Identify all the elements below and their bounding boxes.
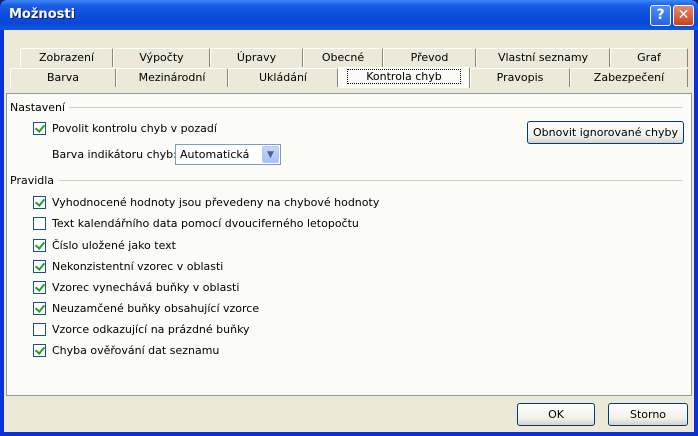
rule-label: Nekonzistentní vzorec v oblasti [52, 260, 224, 273]
title-bar[interactable]: Možnosti ? ✕ [0, 0, 698, 30]
rule-label: Vzorec vynechává buňky v oblasti [52, 281, 240, 294]
rules-group-title: Pravidla [10, 174, 55, 187]
help-button[interactable]: ? [650, 5, 671, 26]
tab-obecne[interactable]: Obecné [303, 48, 383, 67]
background-checkbox[interactable] [33, 122, 46, 135]
tab-graf[interactable]: Graf [610, 48, 688, 67]
indicator-color-value: Automatická [180, 148, 250, 161]
tab-pravopis[interactable]: Pravopis [470, 68, 570, 87]
help-icon: ? [656, 7, 665, 23]
tab-kontrola-chyb[interactable]: Kontrola chyb [338, 67, 470, 88]
rule-checkbox[interactable] [33, 196, 46, 209]
rule-label: Chyba ověřování dat seznamu [52, 344, 220, 357]
reset-ignored-errors-button[interactable]: Obnovit ignorované chyby [527, 121, 684, 144]
rule-checkbox[interactable] [33, 217, 46, 230]
tab-ukladani[interactable]: Ukládání [228, 68, 338, 87]
tab-vlastni-seznamy[interactable]: Vlastní seznamy [476, 48, 610, 67]
tab-barva[interactable]: Barva [10, 68, 116, 87]
tab-zabezpeceni[interactable]: Zabezpečení [570, 68, 688, 87]
tab-zobrazeni[interactable]: Zobrazení [20, 48, 113, 67]
ok-button[interactable]: OK [517, 403, 595, 426]
indicator-color-label: Barva indikátoru chyb: [52, 148, 177, 161]
rule-checkbox[interactable] [33, 323, 46, 336]
rule-checkbox[interactable] [33, 239, 46, 252]
cancel-button[interactable]: Storno [608, 403, 688, 426]
rule-checkbox[interactable] [33, 281, 46, 294]
tab-upravy[interactable]: Úpravy [210, 48, 303, 67]
tab-prevod[interactable]: Převod [383, 48, 476, 67]
tab-vypocty[interactable]: Výpočty [113, 48, 210, 67]
rule-label: Text kalendářního data pomocí dvoucifern… [52, 217, 359, 230]
indicator-color-select[interactable]: Automatická ▼ [175, 144, 281, 165]
background-check-label: Povolit kontrolu chyb v pozadí [52, 122, 217, 135]
rule-label: Neuzamčené buňky obsahující vzorce [52, 302, 260, 315]
rule-label: Vzorce odkazující na prázdné buňky [52, 323, 250, 336]
window-title: Možnosti [9, 7, 76, 22]
options-dialog: Možnosti ? ✕ Zobrazení Výpočty Úpravy Ob… [0, 0, 698, 436]
dialog-client: Zobrazení Výpočty Úpravy Obecné Převod V… [4, 30, 694, 432]
tab-mezinarodni[interactable]: Mezinárodní [116, 68, 228, 87]
error-checking-panel: Nastavení Povolit kontrolu chyb v pozadí… [6, 93, 692, 396]
rule-label: Vyhodnocené hodnoty jsou převedeny na ch… [52, 196, 380, 209]
close-icon: ✕ [677, 7, 690, 23]
rules-divider [59, 180, 683, 181]
rule-checkbox[interactable] [33, 260, 46, 273]
rule-checkbox[interactable] [33, 344, 46, 357]
settings-group-title: Nastavení [10, 101, 66, 114]
close-button[interactable]: ✕ [673, 5, 694, 26]
settings-divider [69, 107, 683, 108]
chevron-down-icon[interactable]: ▼ [262, 146, 279, 163]
rule-label: Číslo uložené jako text [52, 239, 176, 252]
rule-checkbox[interactable] [33, 302, 46, 315]
